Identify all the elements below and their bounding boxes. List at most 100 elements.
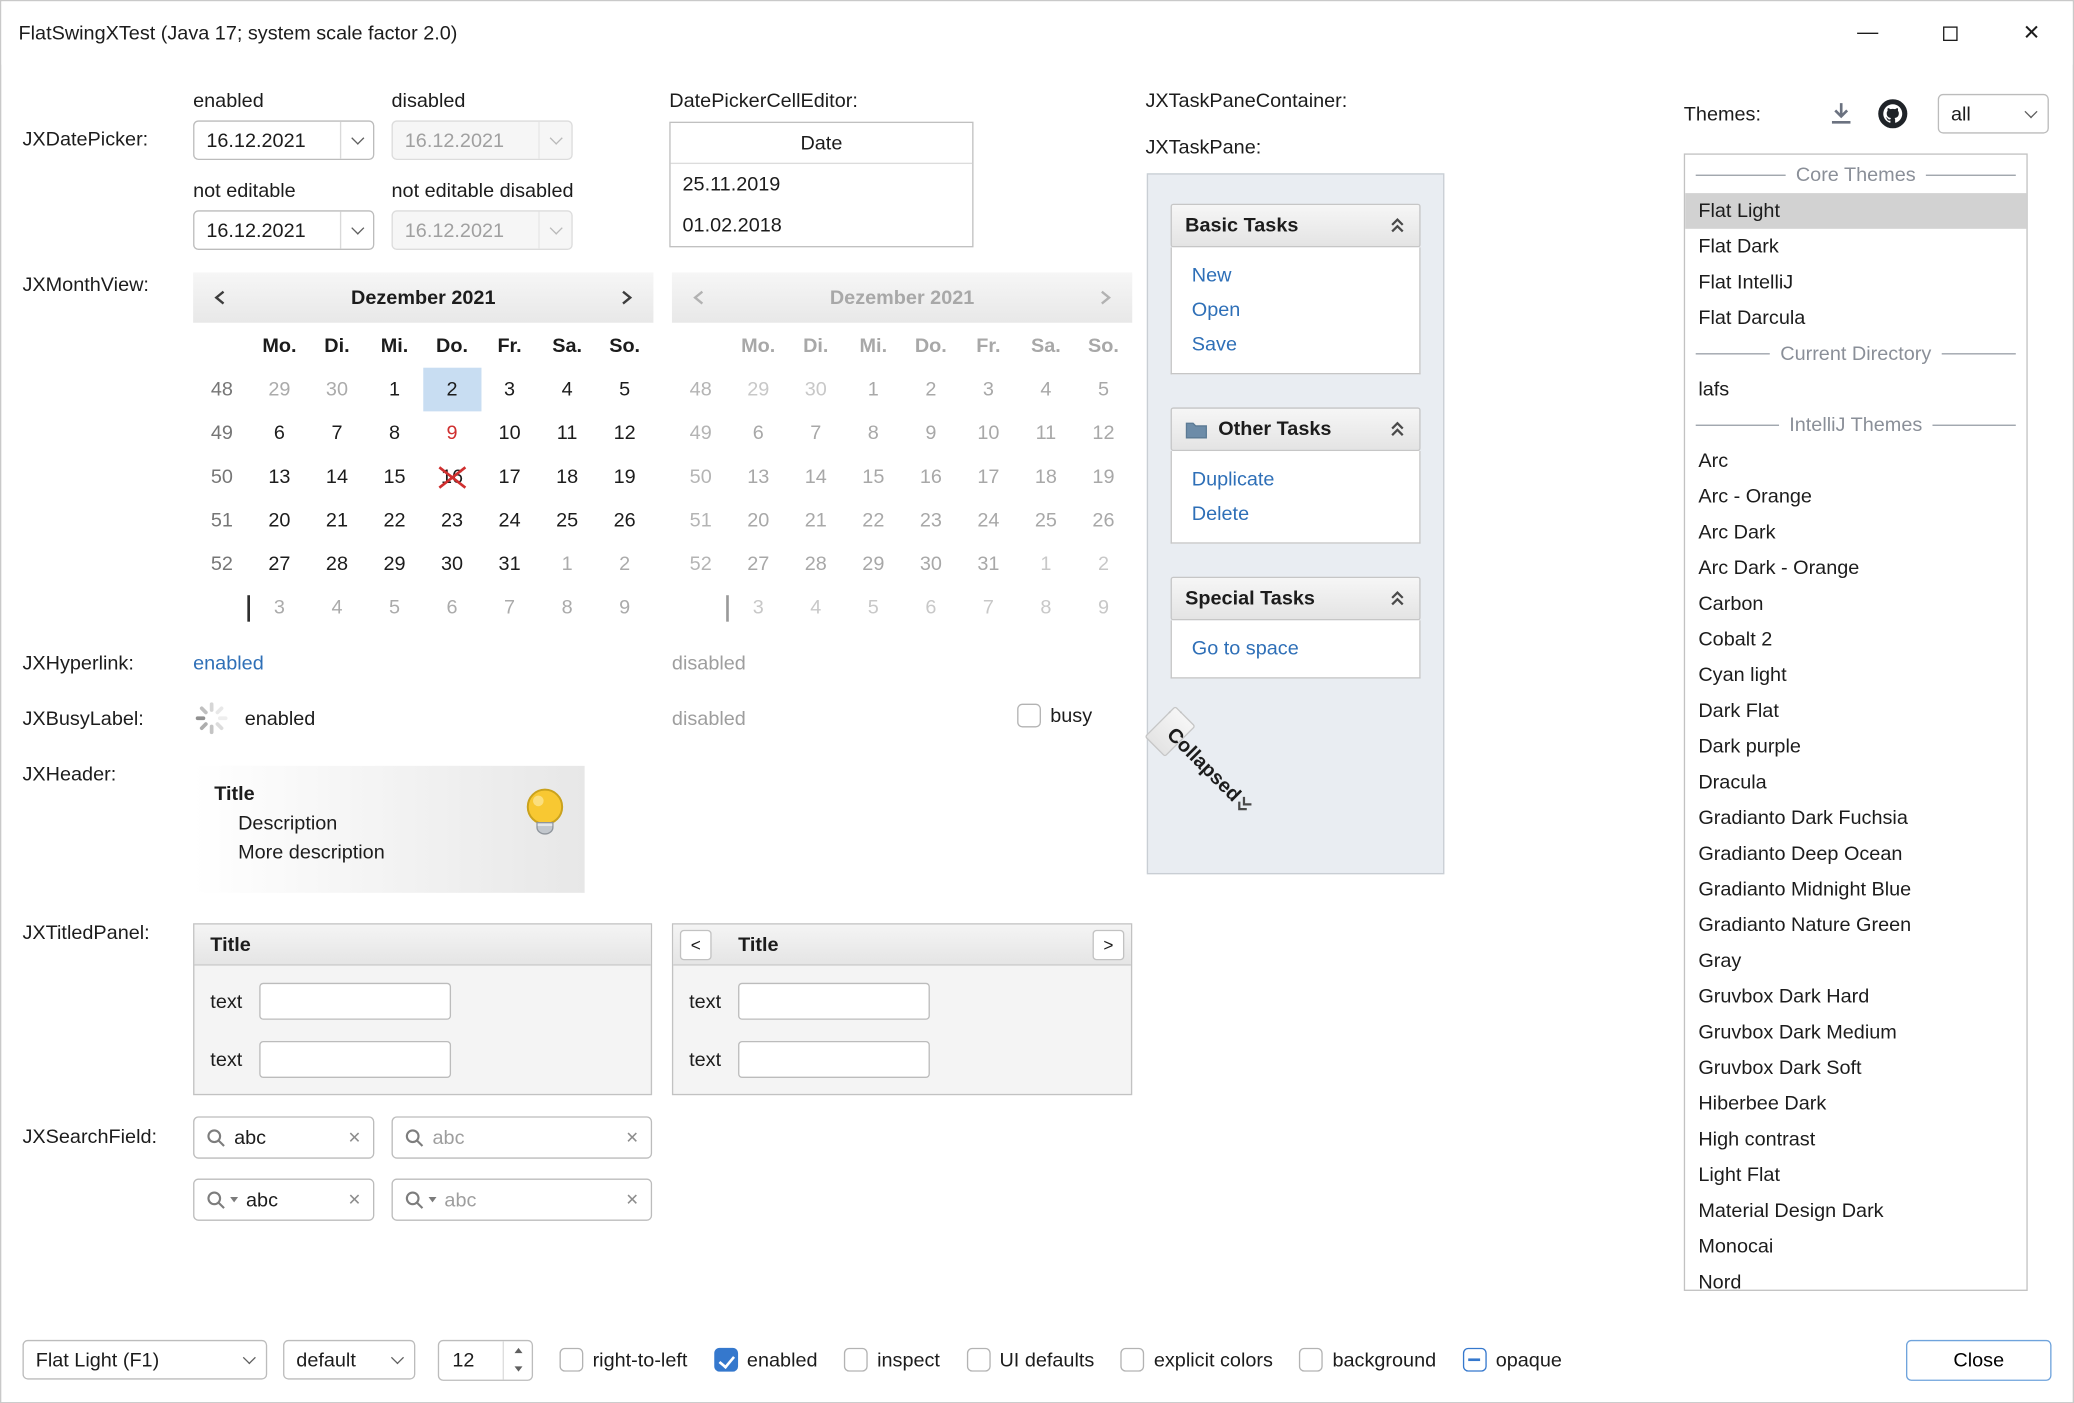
calendar-cell[interactable]: 49 xyxy=(193,411,251,455)
calendar-cell[interactable]: 12 xyxy=(596,411,654,455)
option-checkbox[interactable]: enabled xyxy=(714,1348,818,1372)
search-text[interactable]: abc xyxy=(444,1188,617,1210)
theme-list-item[interactable]: High contrast xyxy=(1685,1122,2026,1158)
theme-list-item[interactable]: Dracula xyxy=(1685,765,2026,801)
calendar-cell[interactable]: 52 xyxy=(193,542,251,586)
theme-list-item[interactable]: Material Design Dark xyxy=(1685,1193,2026,1229)
calendar-cell[interactable]: 30 xyxy=(423,542,481,586)
spinner-down-button[interactable] xyxy=(504,1360,532,1379)
task-link[interactable]: Delete xyxy=(1192,503,1400,525)
calendar-cell[interactable]: 10 xyxy=(481,411,539,455)
calendar-cell[interactable]: 3 xyxy=(251,586,309,630)
maximize-button[interactable] xyxy=(1909,1,1991,64)
titled-panel-next-button[interactable]: > xyxy=(1093,929,1125,959)
theme-list-item[interactable]: Hiberbee Dark xyxy=(1685,1086,2026,1122)
calendar-cell[interactable]: 24 xyxy=(481,499,539,543)
text-input[interactable] xyxy=(259,1041,451,1078)
font-size-spinner[interactable]: 12 xyxy=(438,1339,533,1380)
search-text[interactable]: abc xyxy=(433,1126,618,1148)
prev-month-button[interactable] xyxy=(212,288,231,307)
theme-list-item[interactable]: Flat Light xyxy=(1685,193,2026,229)
search-options-caret-icon[interactable] xyxy=(230,1197,238,1202)
calendar-cell[interactable]: 27 xyxy=(251,542,309,586)
option-checkbox[interactable]: explicit colors xyxy=(1121,1348,1273,1372)
theme-list-item[interactable]: Arc xyxy=(1685,443,2026,479)
calendar-cell[interactable] xyxy=(193,586,251,630)
calendar-cell[interactable]: 21 xyxy=(308,499,366,543)
next-month-button[interactable] xyxy=(616,288,635,307)
calendar-cell[interactable]: 2 xyxy=(423,368,481,412)
calendar-cell[interactable]: 9 xyxy=(423,411,481,455)
calendar-cell[interactable]: 20 xyxy=(251,499,309,543)
calendar-cell[interactable]: 16 xyxy=(423,455,481,499)
clear-search-icon[interactable]: ✕ xyxy=(626,1128,639,1147)
close-button[interactable]: ✕ xyxy=(1991,1,2073,64)
option-checkbox[interactable]: UI defaults xyxy=(966,1348,1094,1372)
calendar-cell[interactable]: 6 xyxy=(423,586,481,630)
theme-list-item[interactable]: IntelliJ Themes xyxy=(1685,407,2026,443)
task-link[interactable]: Go to space xyxy=(1192,638,1400,660)
datepicker-dropdown-button[interactable] xyxy=(340,122,373,159)
clear-search-icon[interactable]: ✕ xyxy=(348,1128,361,1147)
theme-list-item[interactable]: Current Directory xyxy=(1685,336,2026,372)
calendar-cell[interactable]: 31 xyxy=(481,542,539,586)
theme-list-item[interactable]: Nord xyxy=(1685,1265,2026,1291)
task-pane-header[interactable]: Basic Tasks xyxy=(1171,204,1421,248)
table-column-header[interactable]: Date xyxy=(671,123,973,164)
calendar-cell[interactable]: 5 xyxy=(366,586,424,630)
close-dialog-button[interactable]: Close xyxy=(1906,1339,2051,1380)
calendar-cell[interactable]: 5 xyxy=(596,368,654,412)
theme-list-item[interactable]: Dark Flat xyxy=(1685,693,2026,729)
themes-filter-combo[interactable]: all xyxy=(1938,94,2049,134)
font-size-value[interactable]: 12 xyxy=(439,1341,502,1379)
task-pane-header[interactable]: Collapsed xyxy=(1144,706,1195,757)
theme-list-item[interactable]: Core Themes xyxy=(1685,157,2026,193)
busy-checkbox[interactable]: busy xyxy=(1017,704,1092,728)
search-field[interactable]: abc ✕ xyxy=(193,1179,374,1221)
calendar-cell[interactable]: 3 xyxy=(481,368,539,412)
calendar-cell[interactable]: 17 xyxy=(481,455,539,499)
theme-list-item[interactable]: Gradianto Midnight Blue xyxy=(1685,872,2026,908)
calendar-cell[interactable]: 25 xyxy=(538,499,596,543)
calendar-cell[interactable]: 9 xyxy=(596,586,654,630)
calendar-cell[interactable]: 1 xyxy=(366,368,424,412)
task-link[interactable]: Duplicate xyxy=(1192,468,1400,490)
theme-list-item[interactable]: Gray xyxy=(1685,943,2026,979)
calendar-cell[interactable]: 30 xyxy=(308,368,366,412)
datepicker-enabled[interactable]: 16.12.2021 xyxy=(193,120,374,160)
calendar-cell[interactable]: 26 xyxy=(596,499,654,543)
calendar-cell[interactable]: 50 xyxy=(193,455,251,499)
theme-list-item[interactable]: Gruvbox Dark Medium xyxy=(1685,1015,2026,1051)
calendar-cell[interactable]: 28 xyxy=(308,542,366,586)
option-checkbox[interactable]: background xyxy=(1299,1348,1436,1372)
calendar-cell[interactable]: 11 xyxy=(538,411,596,455)
minimize-button[interactable]: — xyxy=(1827,1,1909,64)
theme-list-item[interactable]: Cyan light xyxy=(1685,657,2026,693)
theme-list-item[interactable]: Arc Dark - Orange xyxy=(1685,550,2026,586)
github-button[interactable] xyxy=(1876,97,1910,131)
datepicker-dropdown-button[interactable] xyxy=(340,212,373,249)
option-checkbox[interactable]: inspect xyxy=(844,1348,940,1372)
search-text[interactable]: abc xyxy=(246,1188,340,1210)
hyperlink-enabled[interactable]: enabled xyxy=(193,652,264,674)
table-row[interactable]: 01.02.2018 xyxy=(671,205,973,246)
calendar-cell[interactable]: 19 xyxy=(596,455,654,499)
option-checkbox[interactable]: opaque xyxy=(1463,1348,1562,1372)
date-table[interactable]: Date 25.11.201901.02.2018 xyxy=(669,122,973,248)
theme-list-item[interactable]: Gruvbox Dark Soft xyxy=(1685,1050,2026,1086)
theme-list-item[interactable]: Gradianto Deep Ocean xyxy=(1685,836,2026,872)
theme-list-item[interactable]: Flat Darcula xyxy=(1685,300,2026,336)
calendar-cell[interactable]: 4 xyxy=(538,368,596,412)
theme-list-item[interactable]: Gradianto Nature Green xyxy=(1685,907,2026,943)
task-pane-header[interactable]: Other Tasks xyxy=(1171,407,1421,451)
datepicker-not-editable[interactable]: 16.12.2021 xyxy=(193,210,374,250)
calendar-cell[interactable]: 14 xyxy=(308,455,366,499)
calendar-cell[interactable]: 6 xyxy=(251,411,309,455)
theme-list-item[interactable]: lafs xyxy=(1685,372,2026,408)
calendar-cell[interactable]: 29 xyxy=(366,542,424,586)
font-combo[interactable]: default xyxy=(283,1340,415,1380)
text-input[interactable] xyxy=(259,983,451,1020)
calendar-cell[interactable]: 8 xyxy=(538,586,596,630)
task-link[interactable]: Save xyxy=(1192,333,1400,355)
calendar-cell[interactable]: 13 xyxy=(251,455,309,499)
